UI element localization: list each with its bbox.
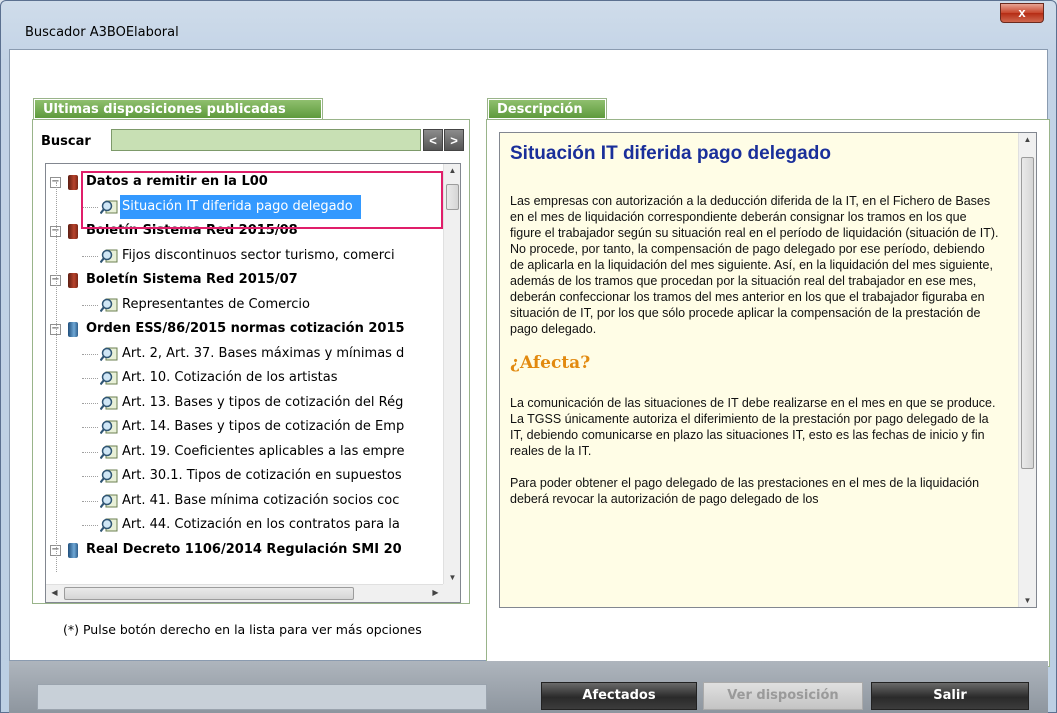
book-icon <box>68 224 78 239</box>
descripcion-paragraph: Las empresas con autorización a la deduc… <box>510 194 999 336</box>
tree-connector <box>56 182 57 572</box>
tree-child-node[interactable]: Art. 14. Bases y tipos de cotización de … <box>46 415 444 439</box>
title-bar[interactable]: Buscador A3BOElaboral x <box>1 1 1056 49</box>
tree-connector <box>82 255 98 257</box>
descripcion-paragraph: La comunicación de las situaciones de IT… <box>510 396 996 458</box>
descripcion-scroll-thumb[interactable] <box>1021 157 1034 469</box>
chevron-right-icon: > <box>450 133 458 148</box>
tree-node-label: Real Decreto 1106/2014 Regulación SMI 20 <box>86 541 402 557</box>
book-icon <box>68 175 78 190</box>
descripcion-heading: ¿Afecta? <box>510 353 591 373</box>
magnifier-document-icon <box>99 468 118 484</box>
tree-scroll-thumb[interactable] <box>446 184 459 210</box>
tree-parent-node[interactable]: − Boletín Sistema Red 2015/07 <box>46 268 444 292</box>
chevron-left-icon: < <box>429 133 437 148</box>
tree-node-label: Art. 41. Base mínima cotización socios c… <box>122 492 400 508</box>
tab-ultimas-disposiciones[interactable]: Ultimas disposiciones publicadas <box>33 98 323 120</box>
tree-child-node[interactable]: Representantes de Comercio <box>46 293 444 317</box>
tree-node-label: Art. 13. Bases y tipos de cotización del… <box>122 394 404 410</box>
afectados-button[interactable]: Afectados <box>541 682 697 710</box>
tree-node-label: Art. 44. Cotización en los contratos par… <box>122 517 400 532</box>
tree-child-node[interactable]: Art. 2, Art. 37. Bases máximas y mínimas… <box>46 342 444 366</box>
magnifier-document-icon <box>99 346 118 362</box>
magnifier-document-icon <box>99 248 118 264</box>
magnifier-document-icon <box>99 444 118 460</box>
magnifier-document-icon <box>99 493 118 509</box>
magnifier-document-icon <box>99 517 118 533</box>
scroll-up-icon[interactable]: ▲ <box>444 166 460 175</box>
tree-node-label: Art. 30.1. Tipos de cotización en supues… <box>122 468 402 483</box>
tree-child-node[interactable]: Art. 19. Coeficientes aplicables a las e… <box>46 440 444 464</box>
scroll-left-icon[interactable]: ◀ <box>46 588 63 597</box>
next-result-button[interactable]: > <box>444 129 464 151</box>
tree-hscroll-thumb[interactable] <box>64 587 354 600</box>
scrollbar-corner <box>443 584 460 602</box>
disposiciones-tree[interactable]: − Datos a remitir en la L00 Situación IT d… <box>45 163 461 603</box>
scroll-right-icon[interactable]: ▶ <box>427 588 444 597</box>
tree-node-label: Fijos discontinuos sector turismo, comer… <box>122 247 395 263</box>
scroll-down-icon[interactable]: ▼ <box>444 573 460 582</box>
descripcion-paragraph: Para poder obtener el pago delegado de l… <box>510 476 980 506</box>
tree-node-label: Boletín Sistema Red 2015/07 <box>86 272 298 287</box>
client-area: Ultimas disposiciones publicadas Buscar … <box>9 49 1050 667</box>
magnifier-document-icon <box>99 370 118 386</box>
tab-descripcion[interactable]: Descripción <box>487 98 607 120</box>
tree-parent-node[interactable]: − Real Decreto 1106/2014 Regulación SMI 2… <box>46 538 444 562</box>
descripcion-viewer[interactable]: Situación IT diferida pago delegado Las … <box>499 132 1037 608</box>
window-title: Buscador A3BOElaboral <box>25 25 179 40</box>
close-button[interactable]: x <box>1000 3 1044 23</box>
descripcion-scrollbar[interactable]: ▲ ▼ <box>1018 133 1036 607</box>
tree-node-label: Art. 14. Bases y tipos de cotización de … <box>122 419 405 434</box>
magnifier-document-icon <box>99 395 118 411</box>
tree-connector <box>82 353 98 355</box>
tree-child-node[interactable]: Art. 13. Bases y tipos de cotización del… <box>46 391 444 415</box>
ver-disposicion-button[interactable]: Ver disposición <box>703 682 863 710</box>
tree-child-node[interactable]: Art. 30.1. Tipos de cotización en supues… <box>46 464 444 488</box>
book-icon <box>68 322 78 337</box>
tree-node-label: Art. 10. Cotización de los artistas <box>122 370 338 385</box>
descripcion-content: Situación IT diferida pago delegado Las … <box>500 133 1010 607</box>
status-field <box>37 684 487 710</box>
prev-result-button[interactable]: < <box>423 129 443 151</box>
magnifier-document-icon <box>99 419 118 435</box>
tree-node-label: Art. 2, Art. 37. Bases máximas y mínimas… <box>122 345 405 361</box>
tree-child-node[interactable]: Art. 44. Cotización en los contratos par… <box>46 513 444 537</box>
app-window: Buscador A3BOElaboral x Ultimas disposic… <box>0 0 1057 713</box>
tree-child-node[interactable]: Fijos discontinuos sector turismo, comer… <box>46 244 444 268</box>
search-input[interactable] <box>111 129 421 151</box>
tree-child-node[interactable]: Art. 41. Base mínima cotización socios c… <box>46 489 444 513</box>
book-icon <box>68 542 78 558</box>
tree-connector <box>82 476 98 477</box>
tree-connector <box>82 427 98 428</box>
scroll-down-icon[interactable]: ▼ <box>1019 596 1036 605</box>
salir-button[interactable]: Salir <box>871 682 1029 710</box>
close-icon: x <box>1018 5 1026 20</box>
tree-connector <box>82 304 98 306</box>
search-label: Buscar <box>41 134 91 149</box>
descripcion-title: Situación IT diferida pago delegado <box>510 143 831 164</box>
tree-parent-node[interactable]: − Orden ESS/86/2015 normas cotización 201… <box>46 317 444 341</box>
tree-connector <box>82 525 98 526</box>
tree-connector <box>82 500 98 502</box>
tree-child-node[interactable]: Art. 10. Cotización de los artistas <box>46 366 444 390</box>
annotation-highlight <box>81 171 443 229</box>
book-icon <box>68 273 78 288</box>
magnifier-document-icon <box>99 297 118 313</box>
tree-node-label: Orden ESS/86/2015 normas cotización 2015 <box>86 321 405 336</box>
tree-connector <box>82 402 98 404</box>
tree-connector <box>82 451 98 453</box>
tree-connector <box>82 378 98 379</box>
tree-node-label: Art. 19. Coeficientes aplicables a las e… <box>122 443 405 459</box>
descripcion-panel: Situación IT diferida pago delegado Las … <box>486 119 1050 667</box>
bottom-toolbar: Afectados Ver disposición Salir <box>9 661 1048 713</box>
tree-vertical-scrollbar[interactable]: ▲ ▼ <box>443 164 460 584</box>
tree-horizontal-scrollbar[interactable]: ◀ ▶ <box>46 584 444 602</box>
context-menu-hint: (*) Pulse botón derecho en la lista para… <box>63 622 422 637</box>
scroll-up-icon[interactable]: ▲ <box>1019 135 1036 144</box>
disposiciones-panel: Buscar < > − Datos a remitir en la L00 Sit… <box>32 119 470 604</box>
tree-node-label: Representantes de Comercio <box>122 296 310 312</box>
